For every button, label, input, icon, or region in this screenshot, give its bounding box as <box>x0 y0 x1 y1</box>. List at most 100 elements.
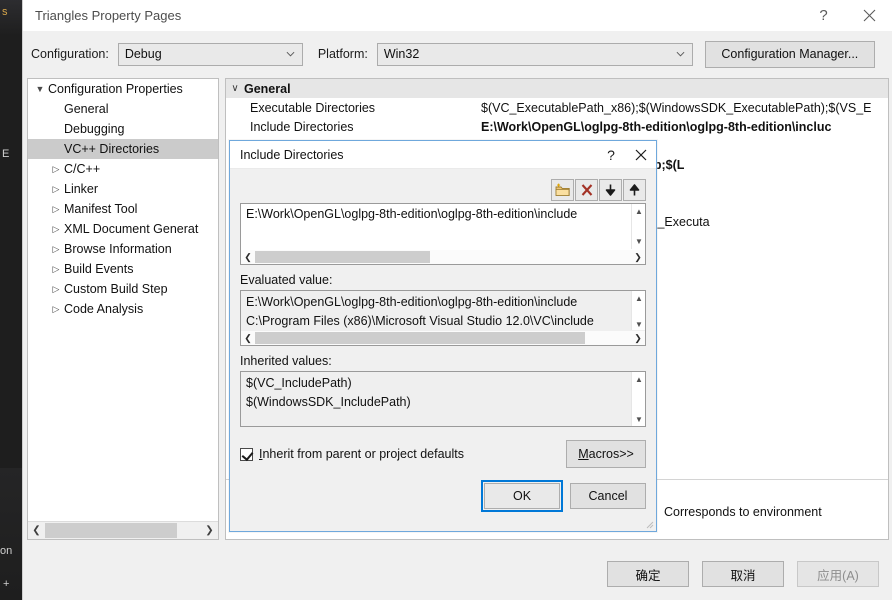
property-row[interactable]: Executable Directories $(VC_ExecutablePat… <box>226 98 888 117</box>
scroll-down-icon[interactable]: ▼ <box>632 317 646 331</box>
tree-item-label: Custom Build Step <box>64 282 168 296</box>
scroll-down-icon[interactable]: ▼ <box>632 412 646 426</box>
chevron-collapsed-icon[interactable]: ▷ <box>48 304 64 315</box>
tree-item-manifest-tool[interactable]: ▷ Manifest Tool <box>28 199 218 219</box>
list-item[interactable]: C:\Program Files (x86)\Microsoft Visual … <box>246 312 625 331</box>
dialog-cancel-button[interactable]: Cancel <box>570 483 646 509</box>
editlist-vertical-scrollbar[interactable]: ▲ ▼ <box>631 204 645 249</box>
delete-x-icon[interactable] <box>575 178 598 201</box>
inherited-values-list: $(VC_IncludePath) $(WindowsSDK_IncludePat… <box>241 372 630 426</box>
tree-item-xml-document-generat[interactable]: ▷ XML Document Generat <box>28 219 218 239</box>
tree-item-label: Linker <box>64 182 99 196</box>
platform-select[interactable]: Win32 <box>376 42 693 66</box>
chevron-collapsed-icon[interactable]: ▷ <box>48 264 64 275</box>
inherit-row: Inherit from parent or project defaults … <box>240 439 646 469</box>
arrow-down-icon[interactable] <box>599 178 622 201</box>
configuration-tree-panel: ▼ Configuration Properties General Debuggin… <box>27 78 219 540</box>
window-title-buttons: ? <box>801 0 892 31</box>
inherited-vertical-scrollbar[interactable]: ▲ ▼ <box>631 372 645 426</box>
scroll-right-icon[interactable]: ❯ <box>631 250 645 264</box>
editlist-scroll-track[interactable] <box>255 250 631 264</box>
list-item[interactable]: $(VC_IncludePath) <box>246 374 625 393</box>
directory-entries[interactable]: E:\Work\OpenGL\oglpg-8th-edition\oglpg-8… <box>241 204 630 249</box>
resize-grip-icon[interactable] <box>644 519 654 529</box>
tree-item-vc-directories[interactable]: VC++ Directories <box>28 139 218 159</box>
list-item[interactable]: $(WindowsSDK_IncludePath) <box>246 393 625 412</box>
tree-item-debugging[interactable]: Debugging <box>28 119 218 139</box>
new-folder-icon[interactable] <box>551 178 574 201</box>
tree-item-c-c[interactable]: ▷ C/C++ <box>28 159 218 179</box>
configuration-tree[interactable]: ▼ Configuration Properties General Debuggin… <box>28 79 218 520</box>
tree-item-linker[interactable]: ▷ Linker <box>28 179 218 199</box>
evaluated-scroll-track[interactable] <box>255 331 631 345</box>
help-icon[interactable]: ? <box>801 0 846 31</box>
editlist-horizontal-scrollbar[interactable]: ❮ ❯ <box>241 250 645 264</box>
macros-button[interactable]: Macros>> <box>566 440 646 468</box>
apply-button: 应用(A) <box>797 561 879 587</box>
platform-value: Win32 <box>383 47 420 61</box>
move-up-glyph <box>629 183 640 195</box>
scroll-left-icon[interactable]: ❮ <box>241 250 255 264</box>
editlist-scroll-thumb[interactable] <box>255 251 430 263</box>
platform-label: Platform: <box>317 47 368 61</box>
configuration-select[interactable]: Debug <box>117 42 303 66</box>
chevron-collapsed-icon[interactable]: ▷ <box>48 204 64 215</box>
tree-item-custom-build-step[interactable]: ▷ Custom Build Step <box>28 279 218 299</box>
dialog-ok-button[interactable]: OK <box>481 480 563 512</box>
delete-glyph <box>581 183 592 196</box>
chevron-collapsed-icon[interactable]: ▷ <box>48 284 64 295</box>
property-row[interactable]: Include Directories E:\Work\OpenGL\oglpg-… <box>226 117 888 136</box>
backdrop-glyph-4: + <box>3 578 10 590</box>
tree-item-general[interactable]: General <box>28 99 218 119</box>
evaluated-horizontal-scrollbar[interactable]: ❮ ❯ <box>241 331 645 345</box>
scroll-right-icon[interactable]: ❯ <box>201 522 218 539</box>
cancel-button[interactable]: 取消 <box>702 561 784 587</box>
tree-item-build-events[interactable]: ▷ Build Events <box>28 259 218 279</box>
dialog-close-icon[interactable] <box>626 141 656 169</box>
inherit-label-rest: nherit from parent or project defaults <box>262 447 464 461</box>
scroll-right-icon[interactable]: ❯ <box>631 331 645 345</box>
close-glyph <box>863 9 875 22</box>
property-value[interactable]: $(VC_ExecutablePath_x86);$(WindowsSDK_Ex… <box>481 101 888 115</box>
evaluated-scroll-thumb[interactable] <box>255 332 585 344</box>
tree-item-code-analysis[interactable]: ▷ Code Analysis <box>28 299 218 319</box>
chevron-collapsed-icon[interactable]: ▷ <box>48 164 64 175</box>
chevron-collapsed-icon[interactable]: ▷ <box>48 184 64 195</box>
scroll-up-icon[interactable]: ▲ <box>632 291 646 305</box>
tree-item-label: Build Events <box>64 262 134 276</box>
backdrop-glyph-2: E <box>2 148 10 160</box>
scroll-down-icon[interactable]: ▼ <box>632 234 646 248</box>
tree-scroll-thumb[interactable] <box>45 523 177 538</box>
tree-item-configuration-properties[interactable]: ▼ Configuration Properties <box>28 79 218 99</box>
tree-item-label: Browse Information <box>64 242 172 256</box>
inherit-checkbox-label[interactable]: Inherit from parent or project defaults <box>259 447 464 461</box>
dialog-help-icon[interactable]: ? <box>596 141 626 169</box>
tree-scroll-track[interactable] <box>45 522 201 539</box>
scroll-left-icon[interactable]: ❮ <box>241 331 255 345</box>
arrow-up-icon[interactable] <box>623 178 646 201</box>
ok-button[interactable]: 确定 <box>607 561 689 587</box>
tree-item-browse-information[interactable]: ▷ Browse Information <box>28 239 218 259</box>
property-group-header[interactable]: ∨ General <box>226 79 888 98</box>
inherit-checkbox[interactable] <box>240 447 253 461</box>
scroll-up-icon[interactable]: ▲ <box>632 204 646 218</box>
tree-item-label: VC++ Directories <box>64 142 160 156</box>
chevron-expanded-icon[interactable]: ∨ <box>226 83 244 94</box>
chevron-collapsed-icon[interactable]: ▷ <box>48 224 64 235</box>
tree-horizontal-scrollbar[interactable]: ❮ ❯ <box>28 521 218 539</box>
dialog-footer: OK Cancel <box>240 480 646 512</box>
configuration-manager-button[interactable]: Configuration Manager... <box>704 40 875 68</box>
list-item[interactable]: E:\Work\OpenGL\oglpg-8th-edition\oglpg-8… <box>246 207 625 221</box>
new-folder-glyph <box>555 183 570 196</box>
scroll-up-icon[interactable]: ▲ <box>632 372 646 386</box>
chevron-collapsed-icon[interactable]: ▷ <box>48 244 64 255</box>
evaluated-vertical-scrollbar[interactable]: ▲ ▼ <box>631 291 645 330</box>
list-item[interactable]: E:\Work\OpenGL\oglpg-8th-edition\oglpg-8… <box>246 293 625 312</box>
macros-label-rest: acros>> <box>588 447 634 461</box>
chevron-expanded-icon[interactable]: ▼ <box>32 84 48 94</box>
close-icon[interactable] <box>846 0 892 31</box>
property-value[interactable]: E:\Work\OpenGL\oglpg-8th-edition\oglpg-8… <box>481 120 888 134</box>
directories-edit-list[interactable]: E:\Work\OpenGL\oglpg-8th-edition\oglpg-8… <box>240 203 646 265</box>
property-group-label: General <box>244 81 291 96</box>
scroll-left-icon[interactable]: ❮ <box>28 522 45 539</box>
